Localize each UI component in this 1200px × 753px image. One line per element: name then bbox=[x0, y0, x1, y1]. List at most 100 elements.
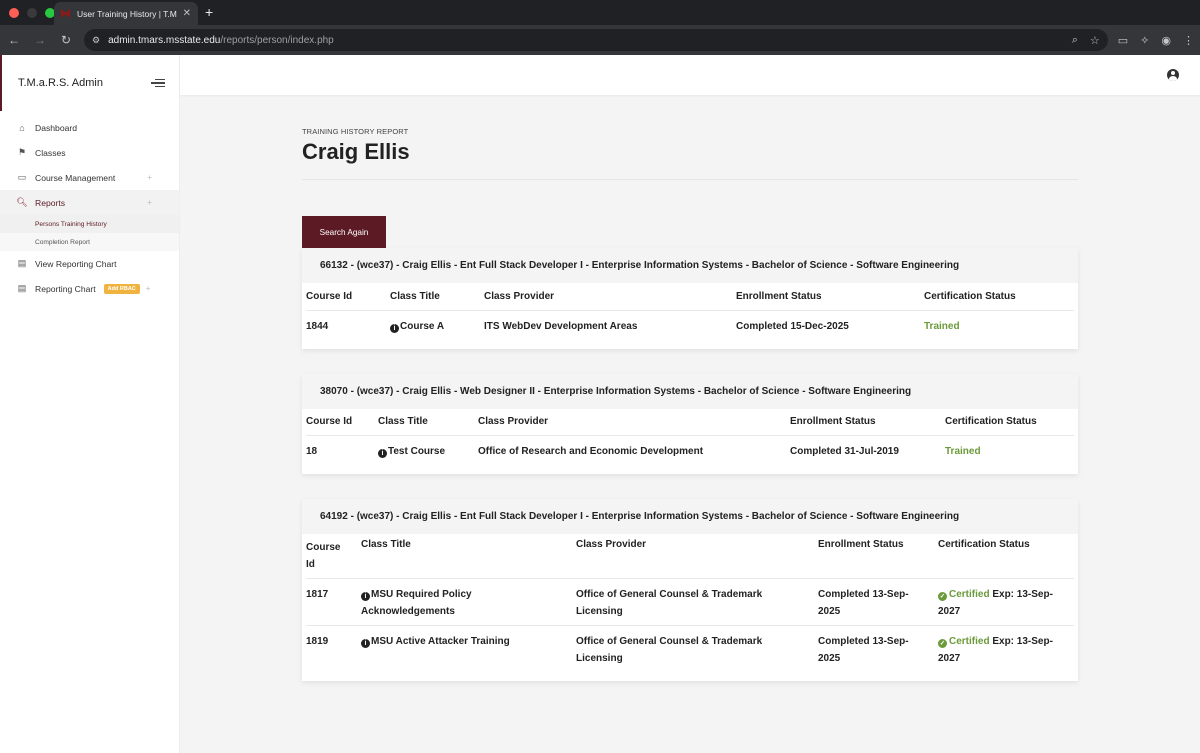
expand-plus-icon[interactable]: + bbox=[147, 198, 152, 207]
report-content: TRAINING HISTORY REPORT Craig Ellis Sear… bbox=[302, 127, 1078, 706]
check-circle-icon: ✓ bbox=[938, 639, 947, 648]
laptop-icon: ▭ bbox=[17, 172, 27, 182]
table-row: 18 i Test Course Office of Research and E… bbox=[306, 436, 1074, 466]
enrollment-card: 38070 - (wce37) - Craig Ellis - Web Desi… bbox=[302, 373, 1078, 474]
browser-tab[interactable]: User Training History | T.M.a. ✕ bbox=[54, 2, 198, 25]
class-provider: Office of Research and Economic Developm… bbox=[478, 446, 704, 457]
reload-icon[interactable]: ↻ bbox=[58, 33, 74, 47]
enrollment-status: Completed 15-Dec-2025 bbox=[736, 320, 849, 332]
bookmark-star-icon[interactable]: ☆ bbox=[1090, 34, 1100, 47]
profile-icon[interactable]: ◉ bbox=[1161, 34, 1171, 47]
back-arrow-icon[interactable]: ← bbox=[6, 33, 22, 47]
table-row: 1817 i MSU Required Policy Acknowledgemen… bbox=[306, 578, 1074, 626]
close-window-button[interactable] bbox=[9, 8, 19, 18]
enrollment-status: Completed 13-Sep-2025 bbox=[818, 578, 938, 626]
certification-status: Trained bbox=[945, 446, 981, 457]
browser-tab-bar: User Training History | T.M.a. ✕ + bbox=[0, 0, 1200, 25]
sidebar-item-label: Dashboard bbox=[35, 122, 78, 133]
course-table: Course Id Class Title Class Provider Enr… bbox=[306, 534, 1074, 672]
url-host: admin.tmars.msstate.edu bbox=[108, 34, 221, 46]
url-input[interactable]: ⚙ admin.tmars.msstate.edu/reports/person… bbox=[84, 29, 1108, 51]
chart-icon: ▤ bbox=[17, 283, 27, 293]
menu-toggle-icon[interactable] bbox=[151, 76, 165, 90]
table-row: 1819 i MSU Active Attacker Training Offic… bbox=[306, 626, 1074, 673]
sidebar-item-view-reporting-chart[interactable]: ▤ View Reporting Chart bbox=[0, 251, 179, 276]
sidebar-item-label: Reports bbox=[35, 197, 66, 208]
classes-icon: ⚑ bbox=[17, 147, 27, 157]
class-title: i MSU Required Policy Acknowledgements bbox=[361, 578, 576, 626]
sidebar-item-reports[interactable]: 🔍︎ Reports + bbox=[0, 190, 179, 215]
column-header: Class Title bbox=[378, 408, 478, 436]
column-header-text: Course Id bbox=[306, 542, 341, 570]
certified-label: Certified bbox=[949, 636, 990, 647]
forward-arrow-icon[interactable]: → bbox=[32, 33, 48, 47]
tab-title: User Training History | T.M.a. bbox=[77, 8, 177, 19]
expand-plus-icon[interactable]: + bbox=[147, 173, 152, 182]
info-icon[interactable]: i bbox=[390, 323, 399, 333]
class-provider: Office of General Counsel & Trademark Li… bbox=[576, 578, 818, 626]
column-header: Class Provider bbox=[484, 283, 736, 311]
table-row: 1844 i Course A ITS WebDev Development Ar… bbox=[306, 310, 1074, 340]
certification-status: ✓ Certified Exp: 13-Sep-2027 bbox=[938, 578, 1074, 626]
info-icon[interactable]: i bbox=[361, 639, 370, 648]
info-icon[interactable]: i bbox=[378, 449, 387, 458]
sidebar-item-label: View Reporting Chart bbox=[35, 258, 117, 269]
column-header: Certification Status bbox=[924, 283, 1074, 311]
class-provider: ITS WebDev Development Areas bbox=[484, 320, 638, 332]
sidebar-item-classes[interactable]: ⚑ Classes bbox=[0, 140, 179, 165]
column-header: Certification Status bbox=[945, 408, 1074, 436]
divider bbox=[302, 179, 1078, 180]
class-title: i Test Course bbox=[378, 436, 478, 466]
sidebar: T.M.a.R.S. Admin ⌂ Dashboard ⚑ Classes ▭… bbox=[0, 55, 180, 753]
check-circle-icon: ✓ bbox=[938, 592, 947, 601]
course-table: Course Id Class Title Class Provider Enr… bbox=[306, 283, 1074, 340]
column-header: Class Title bbox=[361, 534, 576, 579]
column-header: Course Id bbox=[306, 283, 390, 311]
top-bar bbox=[180, 55, 1200, 95]
table-header-row: Course Id Class Title Class Provider Enr… bbox=[306, 534, 1074, 579]
column-header: Enrollment Status bbox=[790, 408, 945, 436]
column-header: Class Title bbox=[390, 283, 484, 311]
minimize-window-button[interactable] bbox=[27, 8, 37, 18]
extensions-icon[interactable]: ✧ bbox=[1140, 34, 1149, 47]
sidebar-subitem-completion-report[interactable]: Completion Report bbox=[0, 233, 179, 251]
certification-status: Trained bbox=[924, 320, 960, 332]
card-header: 38070 - (wce37) - Craig Ellis - Web Desi… bbox=[302, 373, 1078, 409]
enrollment-card: 66132 - (wce37) - Craig Ellis - Ent Full… bbox=[302, 248, 1078, 349]
enrollment-status: Completed 13-Sep-2025 bbox=[818, 636, 909, 664]
class-title: i MSU Active Attacker Training bbox=[361, 626, 576, 673]
column-header: Enrollment Status bbox=[736, 283, 924, 311]
chart-icon: ▤ bbox=[17, 258, 27, 268]
table-header-row: Course Id Class Title Class Provider Enr… bbox=[306, 408, 1074, 436]
class-title-text: MSU Required Policy Acknowledgements bbox=[361, 589, 472, 617]
column-header: Course Id bbox=[306, 534, 361, 579]
sidebar-item-course-management[interactable]: ▭ Course Management + bbox=[0, 165, 179, 190]
sidebar-item-reporting-chart[interactable]: ▤ Reporting Chart Add RBAC + bbox=[0, 276, 179, 301]
sidebar-item-label: Classes bbox=[35, 147, 66, 158]
app-title: T.M.a.R.S. Admin bbox=[18, 77, 103, 89]
class-title: i Course A bbox=[390, 310, 484, 340]
table-header-row: Course Id Class Title Class Provider Enr… bbox=[306, 283, 1074, 311]
user-account-icon[interactable] bbox=[1167, 69, 1179, 81]
zoom-icon[interactable]: ⌕ bbox=[1072, 34, 1078, 47]
cast-icon[interactable]: ▭ bbox=[1118, 34, 1128, 47]
search-again-button[interactable]: Search Again bbox=[302, 216, 386, 248]
class-title-text: MSU Active Attacker Training bbox=[371, 636, 510, 647]
kebab-menu-icon[interactable]: ⋮ bbox=[1183, 34, 1194, 47]
column-header: Class Provider bbox=[478, 408, 790, 436]
report-type-label: TRAINING HISTORY REPORT bbox=[302, 127, 409, 136]
sidebar-item-dashboard[interactable]: ⌂ Dashboard bbox=[0, 115, 179, 140]
msu-logo-icon bbox=[61, 9, 70, 18]
close-icon[interactable]: ✕ bbox=[183, 8, 191, 19]
search-icon: 🔍︎ bbox=[16, 197, 28, 207]
column-header: Enrollment Status bbox=[818, 534, 938, 579]
window-controls bbox=[9, 8, 55, 18]
info-icon[interactable]: i bbox=[361, 592, 370, 601]
sidebar-menu: ⌂ Dashboard ⚑ Classes ▭ Course Managemen… bbox=[0, 111, 179, 301]
expand-plus-icon[interactable]: + bbox=[146, 284, 151, 293]
sidebar-subitem-persons-training-history[interactable]: Persons Training History bbox=[0, 215, 179, 233]
class-title-text: Test Course bbox=[388, 446, 446, 457]
site-settings-icon[interactable]: ⚙ bbox=[92, 35, 100, 46]
new-tab-plus-icon[interactable]: + bbox=[205, 4, 213, 20]
certification-status: ✓ Certified Exp: 13-Sep-2027 bbox=[938, 626, 1074, 673]
